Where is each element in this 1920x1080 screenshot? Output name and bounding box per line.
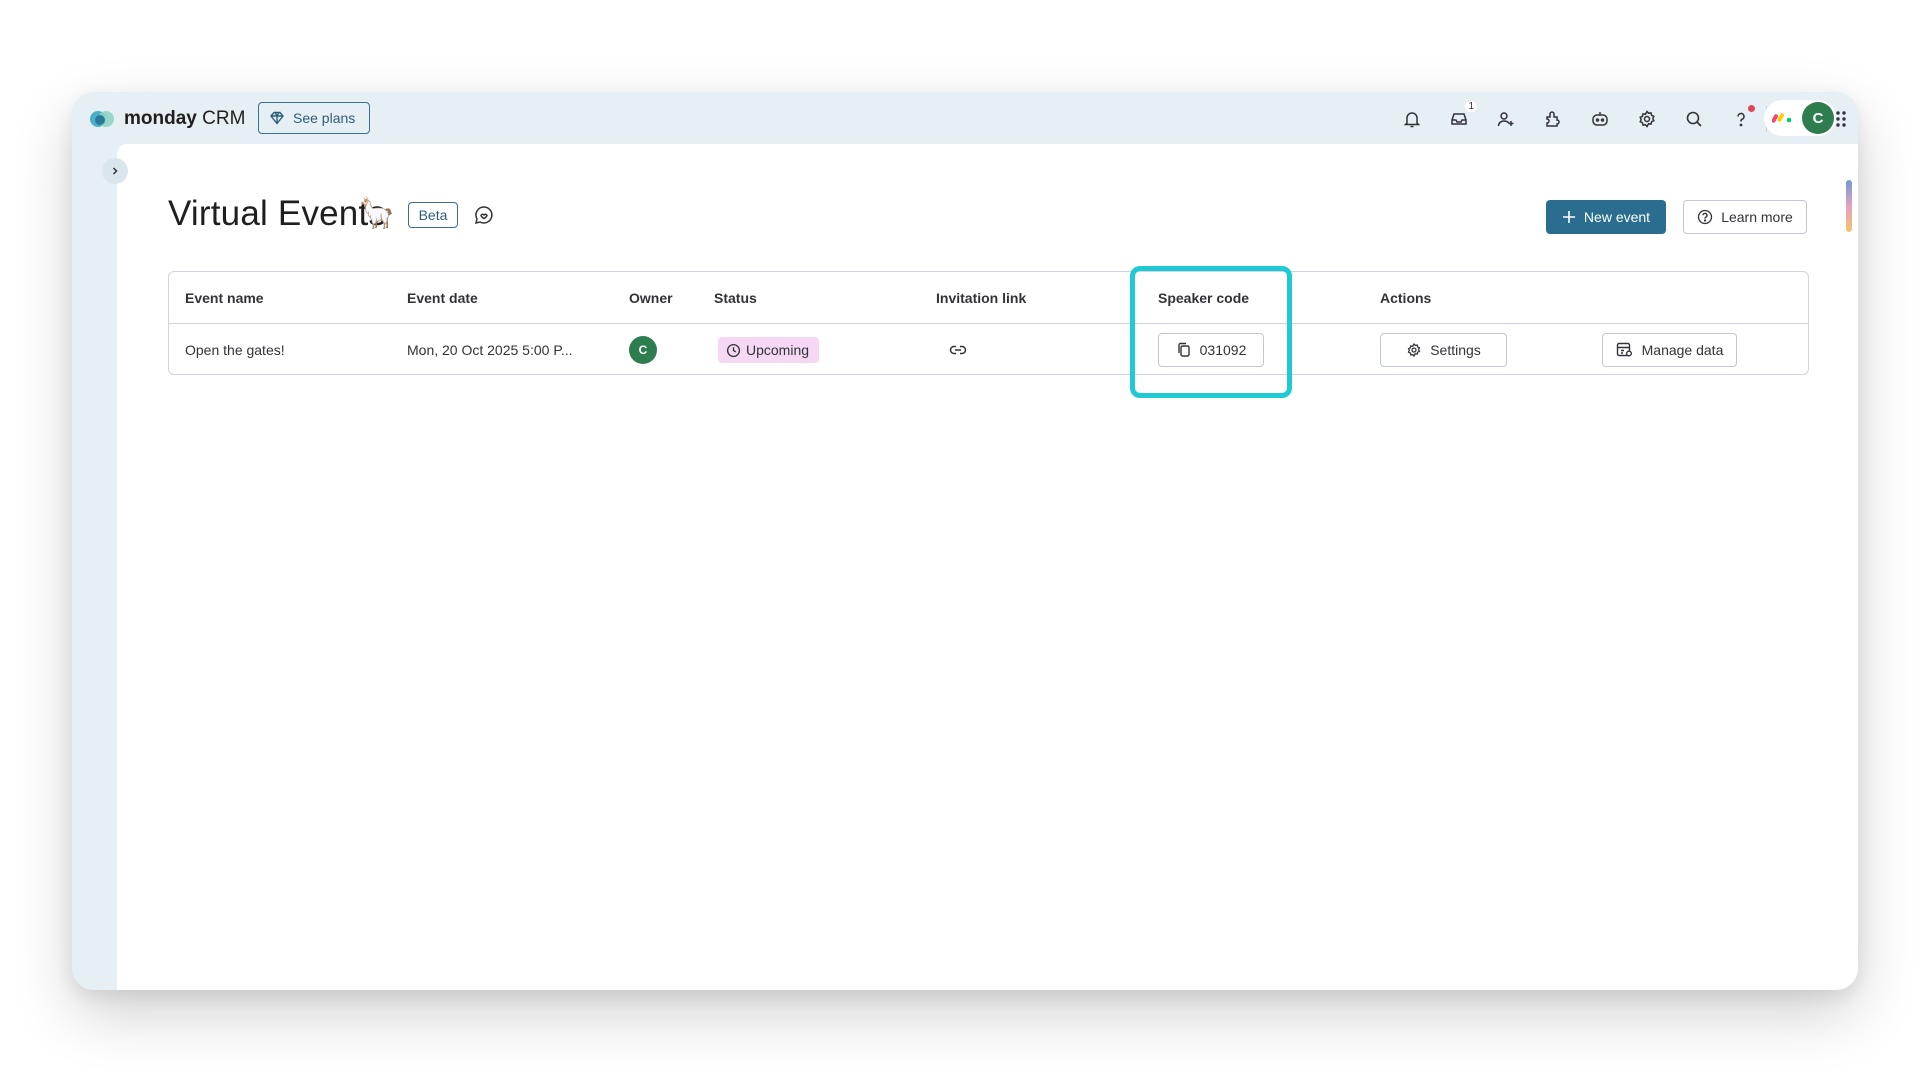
bell-icon[interactable]: [1398, 105, 1426, 133]
events-table: Event name Event date Owner Status Invit…: [168, 271, 1809, 375]
inbox-badge: 1: [1465, 101, 1477, 112]
settings-action-cell: Settings: [1380, 324, 1507, 376]
app-window: monday CRM See plans 1 C Virtual Events …: [72, 92, 1858, 990]
copy-icon: [1177, 342, 1190, 357]
left-sidebar: [72, 144, 117, 990]
event-name-cell[interactable]: Open the gates!: [185, 324, 285, 376]
help-icon[interactable]: [1727, 105, 1755, 133]
status-cell: Upcoming: [718, 324, 820, 376]
speaker-code-value: 031092: [1199, 342, 1247, 358]
ai-icon[interactable]: [1586, 105, 1614, 133]
diamond-icon: [270, 111, 284, 125]
new-event-label: New event: [1583, 209, 1651, 225]
chevron-right-icon: [112, 167, 118, 175]
link-icon: [949, 345, 967, 355]
user-avatar: C: [1802, 102, 1834, 134]
manage-data-action-cell: Manage data: [1602, 324, 1737, 376]
inbox-icon[interactable]: 1: [1445, 101, 1477, 133]
see-plans-button[interactable]: See plans: [258, 102, 370, 134]
sidebar-expand-button[interactable]: [102, 158, 128, 184]
manage-data-button[interactable]: Manage data: [1602, 333, 1737, 367]
feedback-icon[interactable]: [473, 204, 495, 226]
settings-label: Settings: [1430, 342, 1481, 358]
settings-icon[interactable]: [1633, 105, 1661, 133]
invitation-link-cell: [942, 324, 974, 376]
column-header-event-name[interactable]: Event name: [185, 272, 264, 324]
owner-cell: C: [629, 324, 657, 376]
llama-emoji: 🦙: [358, 197, 396, 230]
monday-logo-icon: [90, 109, 116, 129]
gear-icon: [1407, 342, 1421, 358]
copy-link-button[interactable]: [942, 334, 974, 366]
column-header-invitation-link[interactable]: Invitation link: [936, 272, 1026, 324]
column-header-actions[interactable]: Actions: [1380, 272, 1431, 324]
learn-more-button[interactable]: Learn more: [1683, 200, 1807, 234]
copy-speaker-code-button[interactable]: 031092: [1158, 333, 1264, 367]
speaker-code-cell: 031092: [1158, 324, 1264, 376]
event-date-cell: Mon, 20 Oct 2025 5:00 P...: [407, 342, 573, 358]
notification-dot: [1748, 105, 1755, 112]
page-title: Virtual Events: [168, 194, 387, 233]
help-circle-icon: [1698, 209, 1713, 225]
plus-icon: [1562, 211, 1575, 223]
brand-logo[interactable]: monday CRM: [90, 108, 245, 130]
beta-badge: Beta: [408, 202, 458, 228]
main-content: Virtual Events 🦙 Beta New event Learn mo…: [117, 144, 1858, 990]
learn-more-label: Learn more: [1721, 209, 1793, 225]
scrollbar[interactable]: [1846, 180, 1852, 232]
monday-mark-icon: [1772, 113, 1792, 123]
settings-button[interactable]: Settings: [1380, 333, 1507, 367]
manage-data-icon: [1616, 342, 1632, 357]
column-header-status[interactable]: Status: [714, 272, 757, 324]
invite-user-icon[interactable]: [1492, 105, 1520, 133]
brand-name: monday CRM: [124, 108, 246, 129]
status-badge: Upcoming: [718, 337, 820, 363]
table-row[interactable]: Open the gates! Mon, 20 Oct 2025 5:00 P.…: [169, 324, 1808, 376]
manage-data-label: Manage data: [1641, 342, 1724, 358]
column-header-event-date[interactable]: Event date: [407, 272, 478, 324]
column-header-speaker-code[interactable]: Speaker code: [1158, 272, 1249, 324]
owner-avatar[interactable]: C: [629, 336, 657, 364]
clock-icon: [726, 343, 741, 357]
table-header: Event name Event date Owner Status Invit…: [169, 272, 1808, 324]
status-label: Upcoming: [746, 342, 810, 358]
column-header-owner[interactable]: Owner: [629, 272, 673, 324]
see-plans-label: See plans: [293, 110, 356, 126]
search-icon[interactable]: [1680, 105, 1708, 133]
new-event-button[interactable]: New event: [1546, 200, 1666, 234]
apps-icon[interactable]: [1539, 105, 1567, 133]
account-switcher[interactable]: C: [1764, 100, 1836, 136]
top-bar: monday CRM See plans 1 C: [72, 92, 1858, 144]
